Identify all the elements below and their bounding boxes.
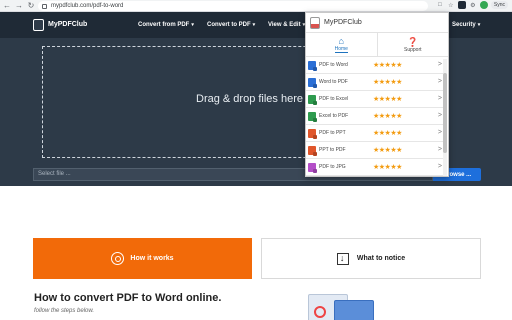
list-item[interactable]: PDF to PPT ★★★★★ > <box>306 125 444 142</box>
rating-stars: ★★★★★ <box>373 96 402 103</box>
tab-label: Home <box>334 46 348 53</box>
nav-label: Convert from PDF <box>138 22 190 28</box>
forward-icon[interactable]: → <box>14 1 24 11</box>
notice-icon <box>336 252 349 265</box>
popup-title: MyPDFClub <box>324 19 362 26</box>
how-it-works-button[interactable]: How it works <box>33 238 252 279</box>
extension-pdf-icon[interactable] <box>457 1 466 9</box>
tab-home[interactable]: ⌂ Home <box>306 33 377 56</box>
back-icon[interactable]: ← <box>2 1 12 11</box>
monitor-illustration <box>334 300 374 320</box>
url-text: mypdfclub.com/pdf-to-word <box>51 3 124 9</box>
nav-security[interactable]: Security ▾ <box>452 22 480 28</box>
section-subtitle: follow the steps below. <box>34 308 95 314</box>
reload-icon[interactable]: ↻ <box>26 1 36 11</box>
popup-header: MyPDFClub <box>306 13 448 33</box>
rating-stars: ★★★★★ <box>373 164 402 171</box>
sync-button[interactable]: Sync <box>490 1 508 9</box>
tab-support[interactable]: ❓ Support <box>376 33 449 56</box>
tab-label: Support <box>403 46 422 53</box>
nav-label: Convert to PDF <box>207 22 251 28</box>
address-bar[interactable]: mypdfclub.com/pdf-to-word <box>38 1 428 11</box>
lock-icon <box>42 3 47 9</box>
tool-name: PDF to Excel <box>319 96 349 102</box>
star-bookmark-icon[interactable]: ☆ <box>447 1 455 9</box>
rating-stars: ★★★★★ <box>373 79 402 86</box>
conversion-illustration <box>300 290 390 320</box>
tool-name: PDF to Word <box>319 62 348 68</box>
nav-convert-to-pdf[interactable]: Convert to PDF ▾ <box>207 22 255 28</box>
ppt-to-pdf-icon <box>308 145 316 155</box>
rating-stars: ★★★★★ <box>373 62 402 69</box>
chevron-right-icon: > <box>437 129 442 136</box>
chevron-down-icon: ▾ <box>477 22 481 28</box>
tool-list: PDF to Word ★★★★★ > Word to PDF ★★★★★ > … <box>306 57 448 176</box>
pdf-to-excel-icon <box>308 94 316 104</box>
tool-name: PDF to PPT <box>319 130 346 136</box>
how-it-works-label: How it works <box>130 255 174 262</box>
nav-view-edit[interactable]: View & Edit ▾ <box>268 22 305 28</box>
what-to-notice-label: What to notice <box>356 255 406 262</box>
popup-tabs: ⌂ Home ❓ Support <box>306 33 448 57</box>
convert-cycle-icon <box>314 306 326 318</box>
tool-name: PDF to JPG <box>319 164 346 170</box>
what-to-notice-button[interactable]: What to notice <box>261 238 481 279</box>
rating-stars: ★★★★★ <box>373 113 402 120</box>
home-icon: ⌂ <box>338 36 344 46</box>
rating-stars: ★★★★★ <box>373 130 402 137</box>
browser-toolbar: ← → ↻ mypdfclub.com/pdf-to-word □ ☆ ⚙ Sy… <box>0 0 512 12</box>
pdf-to-word-icon <box>308 60 316 70</box>
list-item[interactable]: PDF to Excel ★★★★★ > <box>306 91 444 108</box>
site-logo-icon[interactable] <box>33 19 44 31</box>
nav-label: Security <box>452 22 476 28</box>
tool-name: Excel to PDF <box>319 113 349 119</box>
excel-to-pdf-icon <box>308 111 316 121</box>
avatar[interactable] <box>479 1 488 9</box>
chevron-right-icon: > <box>437 112 442 119</box>
nav-label: View & Edit <box>268 22 301 28</box>
tool-name: Word to PDF <box>319 79 348 85</box>
pdf-to-ppt-icon <box>308 128 316 138</box>
chevron-down-icon: ▾ <box>191 22 194 28</box>
drop-zone-text: Drag & drop files here <box>196 93 303 105</box>
chevron-right-icon: > <box>437 146 442 153</box>
chevron-right-icon: > <box>437 61 442 68</box>
list-item[interactable]: PPT to PDF ★★★★★ > <box>306 142 444 159</box>
popup-scrollbar-thumb[interactable] <box>443 73 447 153</box>
list-item[interactable]: Excel to PDF ★★★★★ > <box>306 108 444 125</box>
chevron-right-icon: > <box>437 95 442 102</box>
location-icon <box>111 252 125 265</box>
share-icon[interactable]: □ <box>436 1 444 9</box>
help-icon: ❓ <box>407 36 419 47</box>
section-title: How to convert PDF to Word online. <box>34 292 222 304</box>
extension-popup: MyPDFClub ⌂ Home ❓ Support PDF to Word ★… <box>305 12 449 177</box>
word-to-pdf-icon <box>308 77 316 87</box>
rating-stars: ★★★★★ <box>373 147 402 154</box>
puzzle-extensions-icon[interactable]: ⚙ <box>469 1 477 9</box>
nav-convert-from-pdf[interactable]: Convert from PDF ▾ <box>138 22 194 28</box>
list-item[interactable]: PDF to Word ★★★★★ > <box>306 57 444 74</box>
site-logo-text[interactable]: MyPDFClub <box>48 21 87 28</box>
chevron-right-icon: > <box>437 163 442 170</box>
popup-logo-icon <box>310 16 320 29</box>
chevron-down-icon: ▾ <box>252 22 256 28</box>
tool-name: PPT to PDF <box>319 147 346 153</box>
list-item[interactable]: PDF to JPG ★★★★★ > <box>306 159 444 176</box>
chevron-right-icon: > <box>437 78 442 85</box>
extensions-area: □ ☆ ⚙ Sync <box>436 1 508 9</box>
pdf-to-jpg-icon <box>308 162 316 172</box>
list-item[interactable]: Word to PDF ★★★★★ > <box>306 74 444 91</box>
